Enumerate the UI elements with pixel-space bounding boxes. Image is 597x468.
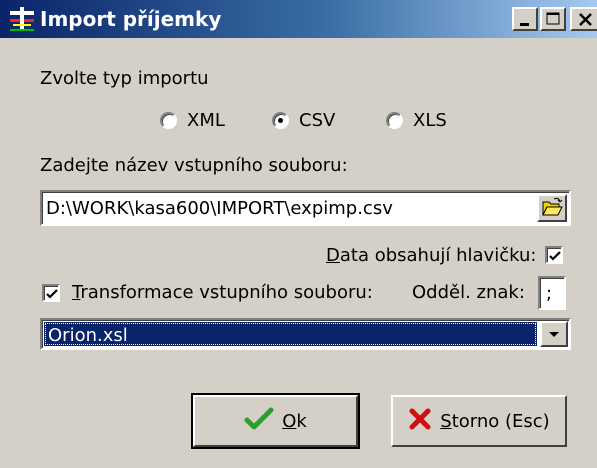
header-checkbox-label-rest: ata obsahují hlavičku: <box>339 245 537 266</box>
radio-selected-dot <box>278 117 283 123</box>
header-checkbox[interactable] <box>545 246 563 264</box>
transform-checkbox-label-rest: ransformace vstupního souboru: <box>80 282 373 303</box>
combo-dropdown-button[interactable] <box>540 321 568 347</box>
ok-button-label: Ok <box>282 410 307 432</box>
radio-csv-circle[interactable] <box>272 111 289 129</box>
combo-selection[interactable]: Orion.xsl <box>44 322 537 346</box>
input-file-value[interactable]: D:\WORK\kasa600\IMPORT\expimp.csv <box>46 198 393 219</box>
radio-xls[interactable]: XLS <box>386 108 447 132</box>
combo-value: Orion.xsl <box>48 325 128 346</box>
check-icon <box>244 407 274 436</box>
title-bar[interactable]: Import příjemky <box>0 0 597 38</box>
radio-xml-circle[interactable] <box>160 111 177 129</box>
header-checkbox-label: Data obsahují hlavičku: <box>326 245 537 266</box>
separator-label: Odděl. znak: <box>412 282 525 303</box>
radio-xls-circle[interactable] <box>386 111 403 129</box>
radio-xml[interactable]: XML <box>160 108 225 132</box>
transform-checkbox[interactable] <box>42 284 60 302</box>
import-type-label: Zvolte typ importu <box>40 68 209 89</box>
separator-value[interactable]: ; <box>546 283 552 304</box>
import-type-radio-group: XML CSV XLS <box>0 108 597 132</box>
radio-csv[interactable]: CSV <box>272 108 335 132</box>
input-file-label: Zadejte název vstupního souboru: <box>40 155 348 176</box>
maximize-button[interactable] <box>540 7 566 31</box>
app-icon <box>8 5 36 33</box>
folder-open-icon <box>542 197 563 216</box>
checkmark-icon <box>549 251 561 261</box>
input-file-field[interactable]: D:\WORK\kasa600\IMPORT\expimp.csv <box>40 190 571 226</box>
transform-checkbox-label: Transformace vstupního souboru: <box>72 282 373 303</box>
cross-icon <box>408 407 432 436</box>
ok-button[interactable]: Ok <box>191 393 360 449</box>
radio-xls-label: XLS <box>413 109 447 131</box>
browse-button[interactable] <box>537 194 567 222</box>
import-dialog: Import příjemky Zvolte typ importu XML C… <box>0 0 597 468</box>
radio-xml-label: XML <box>187 109 225 131</box>
cancel-button-label: Storno (Esc) <box>440 410 550 432</box>
cancel-button[interactable]: Storno (Esc) <box>391 395 567 447</box>
separator-field[interactable]: ; <box>538 276 566 310</box>
radio-csv-label: CSV <box>299 109 336 131</box>
checkmark-icon <box>46 289 58 299</box>
transform-file-combo[interactable]: Orion.xsl <box>40 318 571 350</box>
chevron-down-icon <box>549 332 559 337</box>
close-button[interactable] <box>570 7 597 31</box>
window-title: Import příjemky <box>40 7 222 31</box>
minimize-button[interactable] <box>512 7 538 31</box>
